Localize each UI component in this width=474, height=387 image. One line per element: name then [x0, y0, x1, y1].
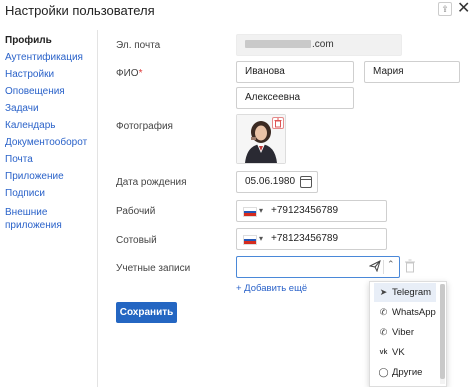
whatsapp-icon: ✆: [379, 307, 388, 317]
sidebar-item-tasks[interactable]: Задачи: [5, 102, 39, 115]
dropdown-option-telegram[interactable]: ➤ Telegram: [374, 283, 436, 302]
chat-bubble-icon: ◯: [378, 367, 389, 377]
dropdown-option-whatsapp[interactable]: ✆ WhatsApp: [374, 303, 436, 322]
dropdown-option-vk[interactable]: vk VK: [374, 343, 436, 362]
email-label: Эл. почта: [116, 40, 161, 51]
sidebar-item-notifications[interactable]: Оповещения: [5, 85, 65, 98]
sidebar-item-external-apps[interactable]: Внешние приложения: [5, 206, 62, 232]
add-account-link[interactable]: + Добавить ещё: [236, 283, 307, 294]
fio-label-text: ФИО: [116, 68, 139, 79]
scrollbar-thumb[interactable]: [440, 284, 445, 379]
sidebar-item-signatures[interactable]: Подписи: [5, 187, 45, 200]
viber-icon: ✆: [379, 327, 388, 337]
dialog-title: Настройки пользователя: [5, 3, 155, 18]
russia-flag-icon[interactable]: [243, 207, 257, 217]
option-label: WhatsApp: [392, 307, 436, 318]
email-suffix: om: [319, 39, 334, 50]
vk-icon: vk: [379, 349, 388, 356]
dropdown-scrollbar[interactable]: [440, 284, 445, 384]
mobile-phone-field[interactable]: ▾ +78123456789: [236, 228, 387, 250]
work-phone-label: Рабочий: [116, 206, 156, 217]
option-label: Telegram: [392, 287, 432, 298]
sidebar-item-mail[interactable]: Почта: [5, 153, 33, 166]
fio-label: ФИО*: [116, 68, 142, 79]
middle-name-input[interactable]: Алексеевна: [236, 87, 354, 109]
option-label: VK: [392, 347, 405, 358]
first-name-input[interactable]: Мария: [364, 61, 460, 83]
option-label: Другие: [392, 367, 423, 378]
save-button[interactable]: Сохранить: [116, 302, 177, 323]
required-mark: *: [138, 68, 143, 79]
work-phone-field[interactable]: ▾ +79123456789: [236, 200, 387, 222]
delete-photo-icon[interactable]: [272, 117, 284, 129]
accounts-label: Учетные записи: [116, 263, 191, 274]
mobile-phone-value: +78123456789: [271, 233, 339, 244]
settings-sidebar: Профиль Аутентификация Настройки Оповеще…: [0, 30, 98, 387]
sidebar-item-external-apps-line1: Внешние: [5, 207, 48, 218]
russia-flag-icon[interactable]: [243, 235, 257, 245]
sidebar-item-application[interactable]: Приложение: [5, 170, 64, 183]
dropdown-option-other[interactable]: ◯ Другие: [374, 363, 436, 382]
account-type-dropdown: ➤ Telegram ✆ WhatsApp ✆ Viber vk VK ◯ Др…: [369, 281, 447, 387]
sidebar-item-external-apps-line2: приложения: [5, 220, 62, 231]
dropdown-option-viber[interactable]: ✆ Viber: [374, 323, 436, 342]
telegram-icon: ➤: [379, 287, 388, 297]
sidebar-item-calendar[interactable]: Календарь: [5, 119, 55, 132]
photo-label: Фотография: [116, 121, 173, 132]
chevron-up-icon[interactable]: ⌃: [387, 259, 395, 270]
sidebar-item-document-flow[interactable]: Документооборот: [5, 136, 87, 149]
birth-date-input[interactable]: 05.06.1980: [236, 171, 318, 193]
sidebar-item-settings[interactable]: Настройки: [5, 68, 54, 81]
work-phone-value: +79123456789: [271, 205, 339, 216]
pin-icon[interactable]: ⇪: [438, 2, 452, 16]
email-field: .com: [236, 34, 402, 56]
calendar-icon[interactable]: [300, 176, 312, 188]
option-label: Viber: [392, 327, 415, 338]
sidebar-item-authentication[interactable]: Аутентификация: [5, 51, 83, 64]
email-redacted: [245, 40, 311, 49]
birth-date-label: Дата рождения: [116, 177, 187, 188]
account-input[interactable]: ⌃: [236, 256, 400, 278]
last-name-input[interactable]: Иванова: [236, 61, 354, 83]
telegram-icon: [369, 260, 381, 272]
chevron-down-icon[interactable]: ▾: [259, 229, 263, 249]
divider: [383, 260, 384, 274]
mobile-phone-label: Сотовый: [116, 235, 157, 246]
delete-account-icon[interactable]: [404, 259, 416, 273]
close-icon[interactable]: ✕: [457, 0, 470, 18]
chevron-down-icon[interactable]: ▾: [259, 201, 263, 221]
sidebar-item-profile[interactable]: Профиль: [5, 34, 52, 47]
birth-date-value: 05.06.1980: [245, 176, 296, 187]
title-bar: Настройки пользователя ⇪ ✕: [0, 0, 474, 24]
